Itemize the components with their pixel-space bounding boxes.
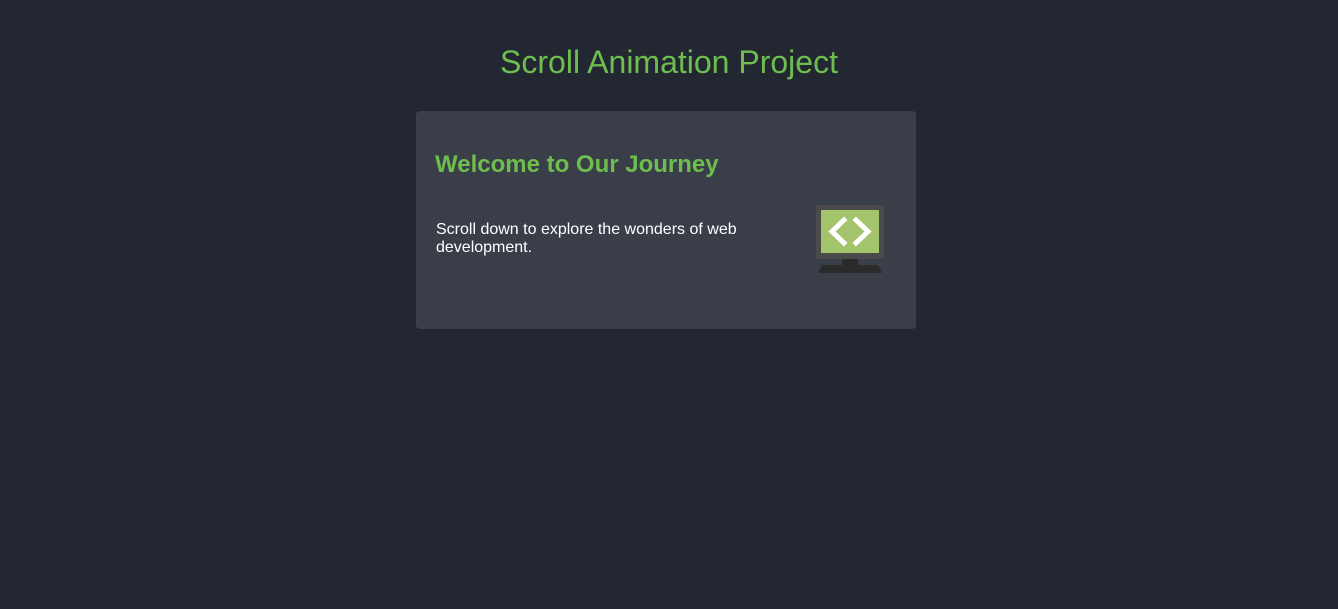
- card-heading: Welcome to Our Journey: [435, 151, 719, 178]
- card-description: Scroll down to explore the wonders of we…: [436, 221, 737, 256]
- welcome-card: Welcome to Our Journey Scroll down to ex…: [416, 111, 916, 329]
- page-title: Scroll Animation Project: [500, 44, 838, 80]
- code-monitor-icon: [814, 203, 886, 275]
